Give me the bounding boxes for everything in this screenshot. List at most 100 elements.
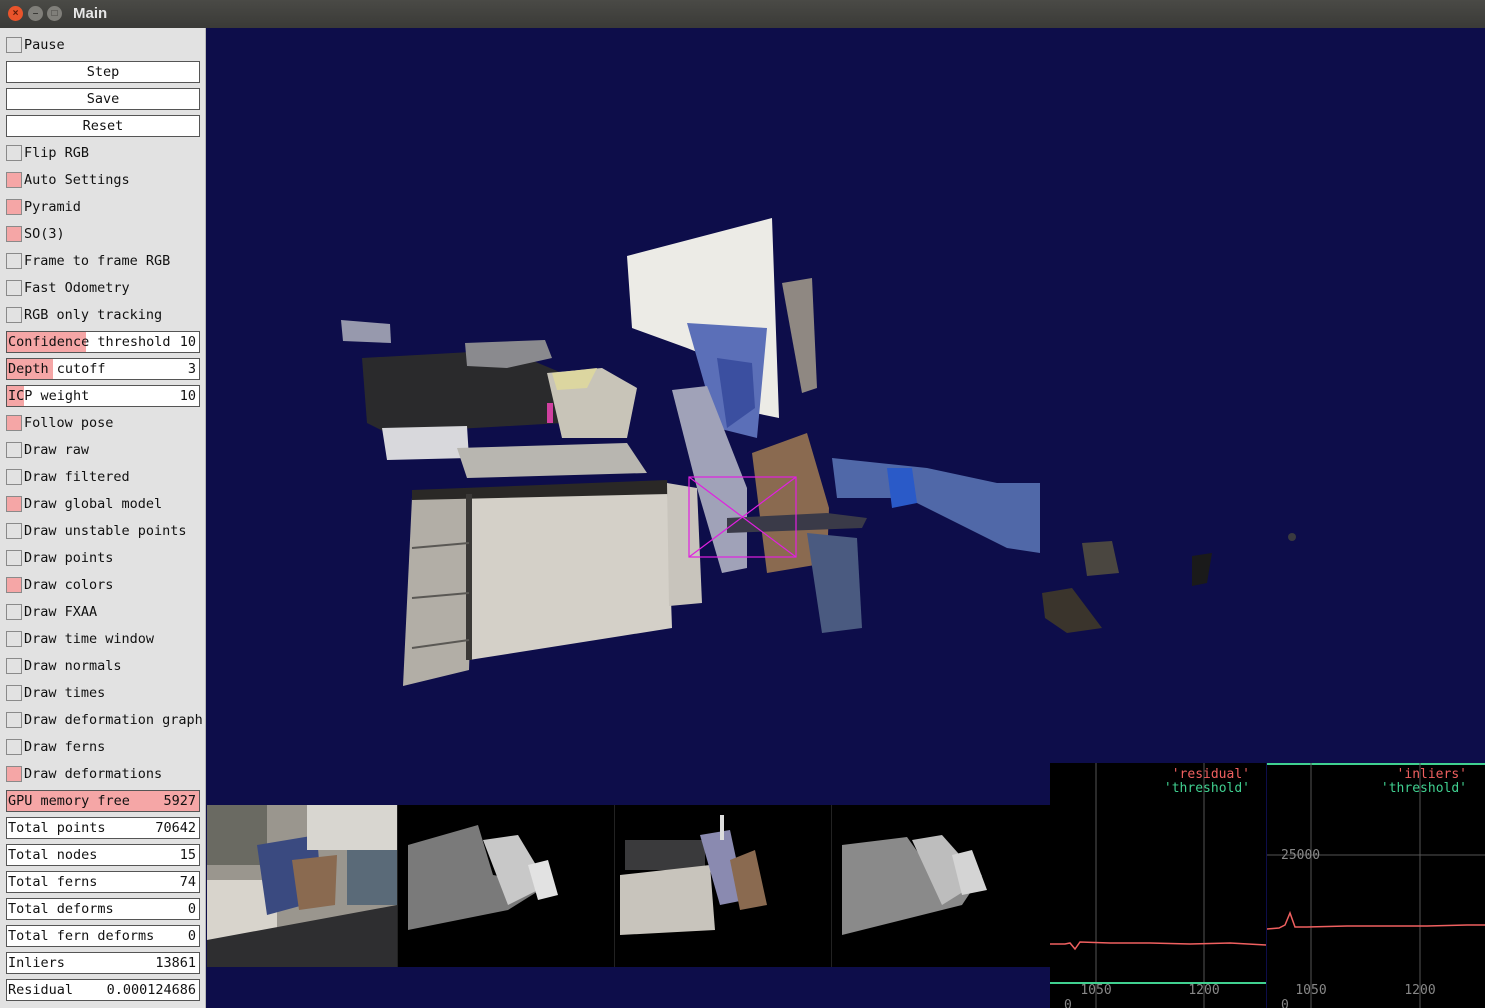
checkbox-box[interactable] (6, 307, 22, 323)
x-tick-1050: 1050 (1295, 983, 1326, 998)
checkbox-box[interactable] (6, 280, 22, 296)
point-cloud-fragment (1288, 533, 1296, 541)
pyramid-checkbox[interactable]: Pyramid (6, 196, 81, 218)
checkbox-label: SO(3) (24, 226, 65, 242)
draw-points-checkbox[interactable]: Draw points (6, 547, 113, 569)
draw-deformations-checkbox[interactable]: Draw deformations (6, 763, 162, 785)
step-button[interactable]: Step (6, 61, 200, 83)
slider-value: 3 (187, 361, 196, 377)
checkbox-box[interactable] (6, 145, 22, 161)
checkbox-box[interactable] (6, 172, 22, 188)
draw-times-checkbox[interactable]: Draw times (6, 682, 105, 704)
x-tick-1200: 1200 (1188, 983, 1219, 998)
minimize-icon[interactable]: – (28, 6, 43, 21)
checkbox-box[interactable] (6, 766, 22, 782)
slider-label: Confidence threshold (8, 334, 171, 350)
checkbox-label: Draw times (24, 685, 106, 701)
checkbox-label: Draw unstable points (24, 523, 187, 539)
pause-checkbox[interactable]: Pause (6, 34, 65, 56)
point-cloud-fragment (1192, 553, 1212, 586)
frame-to-frame-rgb-checkbox[interactable]: Frame to frame RGB (6, 250, 170, 272)
inliers-readout: Inliers 13861 (6, 952, 200, 974)
checkbox-box[interactable] (6, 550, 22, 566)
checkbox-box[interactable] (6, 37, 22, 53)
fast-odometry-checkbox[interactable]: Fast Odometry (6, 277, 130, 299)
checkbox-box[interactable] (6, 253, 22, 269)
title-bar: × – □ Main (0, 0, 1485, 28)
close-icon[interactable]: × (8, 6, 23, 21)
draw-ferns-checkbox[interactable]: Draw ferns (6, 736, 105, 758)
follow-pose-checkbox[interactable]: Follow pose (6, 412, 113, 434)
checkbox-box[interactable] (6, 442, 22, 458)
readout-label: GPU memory free (8, 793, 130, 809)
checkbox-label: Draw filtered (24, 469, 130, 485)
point-cloud-fragment (457, 443, 647, 478)
checkbox-label: Draw deformation graph (24, 712, 203, 728)
residual-plot: 'residual' 'threshold' 1050 1200 0 (1050, 763, 1266, 1008)
checkbox-box[interactable] (6, 685, 22, 701)
checkbox-box[interactable] (6, 658, 22, 674)
readout-value: 0 (187, 901, 196, 917)
depth-cutoff-slider[interactable]: Depth cutoff 3 (6, 358, 200, 380)
icp-weight-slider[interactable]: ICP weight 10 (6, 385, 200, 407)
checkbox-box[interactable] (6, 469, 22, 485)
slider-value: 10 (179, 334, 196, 350)
readout-label: Total fern deforms (8, 928, 155, 944)
checkbox-label: Flip RGB (24, 145, 90, 161)
total-fern-deforms-readout: Total fern deforms 0 (6, 925, 200, 947)
checkbox-box[interactable] (6, 631, 22, 647)
draw-normals-checkbox[interactable]: Draw normals (6, 655, 122, 677)
draw-time-window-checkbox[interactable]: Draw time window (6, 628, 154, 650)
save-button[interactable]: Save (6, 88, 200, 110)
checkbox-label: Draw points (24, 550, 114, 566)
readout-value: 0 (187, 928, 196, 944)
checkbox-box[interactable] (6, 199, 22, 215)
checkbox-label: Frame to frame RGB (24, 253, 171, 269)
checkbox-box[interactable] (6, 739, 22, 755)
checkbox-box[interactable] (6, 712, 22, 728)
draw-fxaa-checkbox[interactable]: Draw FXAA (6, 601, 97, 623)
checkbox-box[interactable] (6, 577, 22, 593)
checkbox-box[interactable] (6, 226, 22, 242)
checkbox-box[interactable] (6, 496, 22, 512)
auto-settings-checkbox[interactable]: Auto Settings (6, 169, 130, 191)
draw-raw-checkbox[interactable]: Draw raw (6, 439, 89, 461)
confidence-threshold-slider[interactable]: Confidence threshold 10 (6, 331, 200, 353)
total-deforms-readout: Total deforms 0 (6, 898, 200, 920)
checkbox-label: Auto Settings (24, 172, 130, 188)
draw-filtered-checkbox[interactable]: Draw filtered (6, 466, 130, 488)
point-cloud-fragment (382, 426, 469, 460)
rgb-only-tracking-checkbox[interactable]: RGB only tracking (6, 304, 162, 326)
readout-label: Total points (8, 820, 106, 836)
draw-colors-checkbox[interactable]: Draw colors (6, 574, 113, 596)
depth-input-thumbnail (397, 805, 614, 967)
maximize-icon[interactable]: □ (47, 6, 62, 21)
point-cloud-fragment (341, 320, 391, 343)
inliers-plot: 'inliers' 'threshold' 25000 1050 1200 0 (1267, 763, 1485, 1008)
reset-button[interactable]: Reset (6, 115, 200, 137)
checkbox-label: Draw deformations (24, 766, 163, 782)
draw-global-model-checkbox[interactable]: Draw global model (6, 493, 162, 515)
rgb-input-thumbnail (207, 805, 397, 967)
flip-rgb-checkbox[interactable]: Flip RGB (6, 142, 89, 164)
so3-checkbox[interactable]: SO(3) (6, 223, 65, 245)
point-cloud-fragment (667, 483, 702, 606)
y-tick-0: 0 (1064, 998, 1072, 1008)
checkbox-label: Draw FXAA (24, 604, 98, 620)
checkbox-label: RGB only tracking (24, 307, 163, 323)
residual-chart: 'residual' 'threshold' 1050 1200 0 (1050, 763, 1266, 1008)
draw-unstable-points-checkbox[interactable]: Draw unstable points (6, 520, 187, 542)
checkbox-box[interactable] (6, 415, 22, 431)
checkbox-box[interactable] (6, 523, 22, 539)
checkbox-label: Draw colors (24, 577, 114, 593)
point-cloud-fragment (1042, 588, 1102, 633)
point-cloud-fragment (1082, 541, 1119, 576)
frame-thumbnails (207, 805, 1050, 967)
draw-deformation-graph-checkbox[interactable]: Draw deformation graph (6, 709, 203, 731)
point-cloud-fragment (887, 468, 917, 508)
readout-value: 0.000124686 (106, 982, 196, 998)
point-cloud-fragment (362, 350, 562, 433)
readout-value: 13861 (155, 955, 196, 971)
checkbox-box[interactable] (6, 604, 22, 620)
total-ferns-readout: Total ferns 74 (6, 871, 200, 893)
